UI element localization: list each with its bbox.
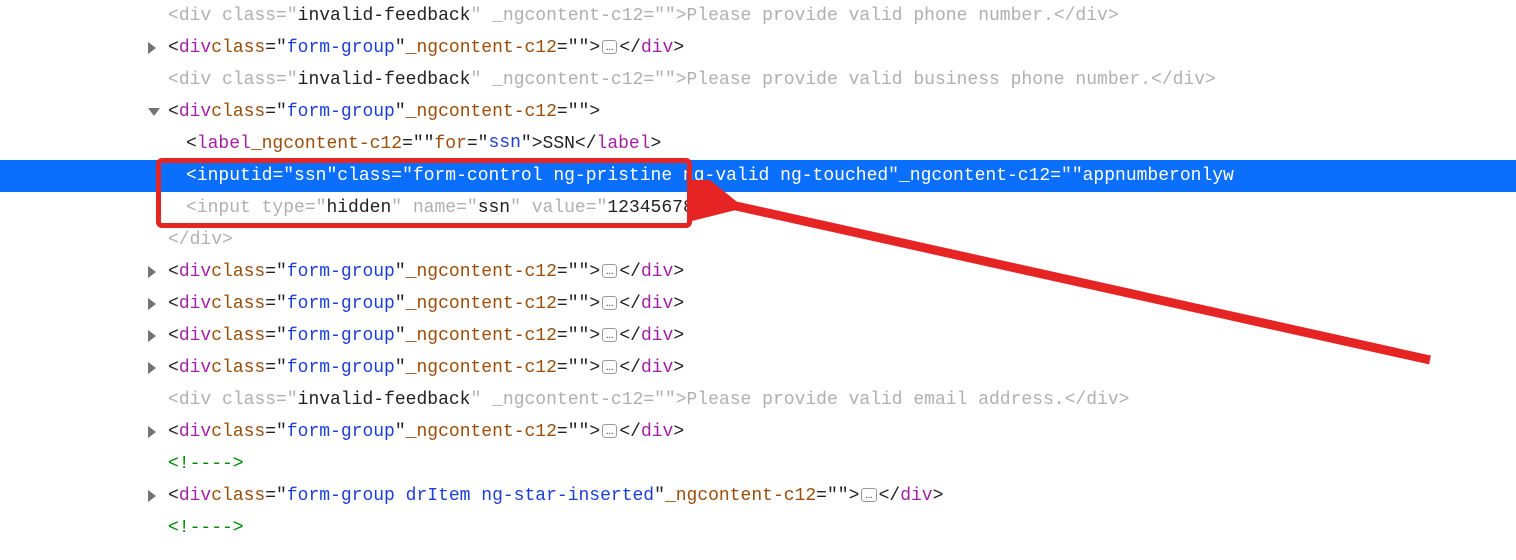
dom-node-invalid-feedback[interactable]: <div class="invalid-feedback" _ngcontent… bbox=[0, 0, 1516, 32]
dom-node-close-div[interactable]: </div> bbox=[0, 224, 1516, 256]
type-value: hidden bbox=[326, 192, 391, 224]
expand-triangle-icon[interactable] bbox=[148, 42, 156, 54]
dom-node-input-ssn-selected[interactable]: <input id="ssn" class="form-control ng-p… bbox=[0, 160, 1516, 192]
class-value: form-group bbox=[287, 96, 395, 128]
dom-node-form-group-collapsed[interactable]: <div class="form-group" _ngcontent-c12="… bbox=[0, 320, 1516, 352]
ellipsis-icon[interactable]: … bbox=[602, 296, 617, 310]
value-value: 123456789 bbox=[607, 192, 704, 224]
dom-node-form-group-collapsed[interactable]: <div class="form-group" _ngcontent-c12="… bbox=[0, 352, 1516, 384]
attr-ngcontent: _ngcontent-c12 bbox=[492, 6, 643, 26]
dom-node-label[interactable]: <label _ngcontent-c12="" for="ssn">SSN</… bbox=[0, 128, 1516, 160]
label-text: SSN bbox=[543, 128, 575, 160]
expand-triangle-icon[interactable] bbox=[148, 330, 156, 342]
ellipsis-icon[interactable]: … bbox=[602, 264, 617, 278]
ellipsis-icon[interactable]: … bbox=[861, 488, 876, 502]
ellipsis-icon[interactable]: … bbox=[602, 360, 617, 374]
class-value: invalid-feedback bbox=[298, 0, 471, 32]
class-value: form-control ng-pristine ng-valid ng-tou… bbox=[413, 160, 888, 192]
dom-node-form-group-collapsed[interactable]: <div class="form-group" _ngcontent-c12="… bbox=[0, 416, 1516, 448]
dom-node-input-hidden[interactable]: <input type="hidden" name="ssn" value="1… bbox=[0, 192, 1516, 224]
expand-triangle-icon[interactable] bbox=[148, 298, 156, 310]
collapse-triangle-icon[interactable] bbox=[148, 108, 160, 116]
tag-name: input bbox=[197, 160, 251, 192]
for-value: ssn bbox=[488, 127, 520, 161]
tag-name: label bbox=[197, 128, 251, 160]
tag-name: div bbox=[179, 96, 211, 128]
ellipsis-icon[interactable]: … bbox=[602, 424, 617, 438]
tag-name: div bbox=[179, 32, 211, 64]
dom-node-invalid-feedback[interactable]: <div class="invalid-feedback" _ngcontent… bbox=[0, 64, 1516, 96]
ellipsis-icon[interactable]: … bbox=[602, 328, 617, 342]
class-value: invalid-feedback bbox=[298, 64, 471, 96]
expand-triangle-icon[interactable] bbox=[148, 490, 156, 502]
expand-triangle-icon[interactable] bbox=[148, 426, 156, 438]
node-text: Please provide valid email address. bbox=[687, 390, 1065, 410]
angle-open: < bbox=[168, 6, 179, 26]
attr-class: class bbox=[222, 6, 276, 26]
dom-node-form-group-dritem[interactable]: <div class="form-group drItem ng-star-in… bbox=[0, 480, 1516, 512]
tag-name: div bbox=[179, 6, 222, 26]
dom-node-comment[interactable]: <!----> bbox=[0, 448, 1516, 480]
node-text: Please provide valid business phone numb… bbox=[687, 70, 1151, 90]
name-value: ssn bbox=[478, 192, 510, 224]
ellipsis-icon[interactable]: … bbox=[602, 40, 617, 54]
dom-node-form-group-collapsed[interactable]: <div class="form-group" _ngcontent-c12="… bbox=[0, 288, 1516, 320]
expand-triangle-icon[interactable] bbox=[148, 266, 156, 278]
dom-node-comment[interactable]: <!----> bbox=[0, 512, 1516, 544]
comment-text: <!----> bbox=[168, 512, 244, 544]
node-text: Please provide valid phone number. bbox=[687, 6, 1054, 26]
expand-triangle-icon[interactable] bbox=[148, 362, 156, 374]
class-value: form-group bbox=[287, 32, 395, 64]
dom-node-form-group-collapsed[interactable]: <div class="form-group" _ngcontent-c12="… bbox=[0, 256, 1516, 288]
dom-node-form-group-collapsed[interactable]: <div class="form-group" _ngcontent-c12="… bbox=[0, 32, 1516, 64]
attr-class: class bbox=[211, 32, 265, 64]
dom-node-form-group-expanded[interactable]: <div class="form-group" _ngcontent-c12="… bbox=[0, 96, 1516, 128]
id-value: ssn bbox=[294, 160, 326, 192]
class-value: form-group drItem ng-star-inserted bbox=[287, 480, 654, 512]
attr-for: for bbox=[434, 128, 466, 160]
attr-ngcontent: _ngcontent-c12 bbox=[406, 32, 557, 64]
comment-text: <!----> bbox=[168, 448, 244, 480]
dom-node-invalid-feedback[interactable]: <div class="invalid-feedback" _ngcontent… bbox=[0, 384, 1516, 416]
